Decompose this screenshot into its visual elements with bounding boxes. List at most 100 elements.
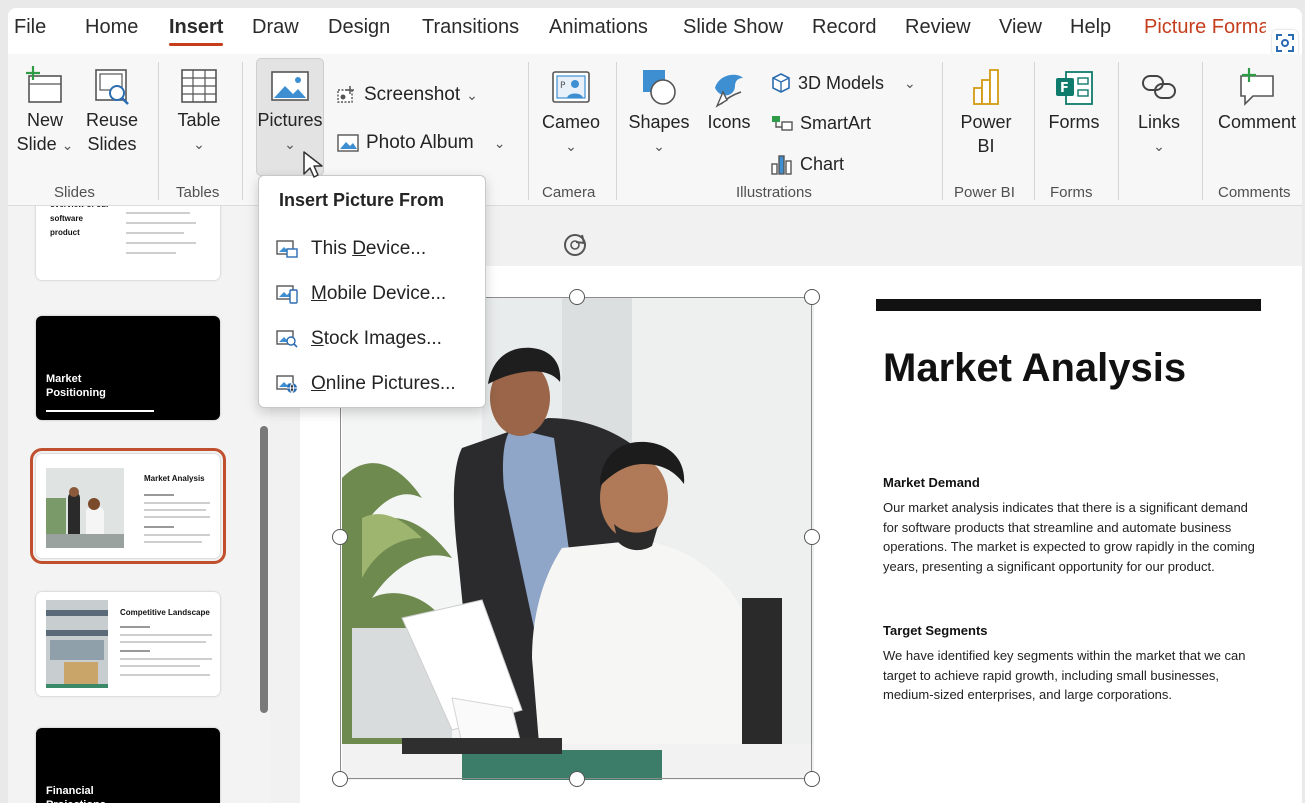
resize-handle[interactable] <box>804 771 820 787</box>
chart-icon <box>771 155 792 175</box>
thumbnail-5-title: Financial Projections <box>46 785 106 803</box>
shapes-button[interactable]: Shapes ⌄ <box>626 66 692 158</box>
svg-text:F: F <box>1060 81 1069 96</box>
menu-item-online-pictures[interactable]: Online Pictures... <box>275 369 456 399</box>
separator <box>528 62 529 200</box>
tab-home[interactable]: Home <box>85 16 138 39</box>
tab-picture-format[interactable]: Picture Format <box>1144 16 1266 39</box>
tab-transitions[interactable]: Transitions <box>422 16 519 39</box>
comment-label: Comment <box>1217 112 1297 132</box>
group-illustrations-label: Illustrations <box>736 184 812 201</box>
device-picture-icon <box>276 240 298 258</box>
slide-thumbnail-1[interactable]: overview of our software product <box>36 206 220 280</box>
new-slide-button[interactable]: New Slide ⌄ <box>14 64 76 157</box>
section-body-market-demand[interactable]: Our market analysis indicates that there… <box>883 498 1258 576</box>
resize-handle[interactable] <box>332 771 348 787</box>
item-key: O <box>311 373 326 394</box>
power-bi-label-2: BI <box>977 136 995 156</box>
table-icon <box>181 69 217 103</box>
screenshot-button[interactable]: Screenshot ⌄ <box>336 84 478 106</box>
photo-album-icon <box>337 134 359 152</box>
online-pictures-icon <box>276 375 297 394</box>
thumbnail-4-title: Competitive Landscape <box>120 608 210 617</box>
tab-file[interactable]: File <box>14 16 46 39</box>
resize-handle[interactable] <box>804 529 820 545</box>
reuse-slides-label-2: Slides <box>87 134 137 154</box>
reuse-slides-button[interactable]: Reuse Slides <box>80 64 144 156</box>
slide-thumbnail-financial-projections[interactable]: Financial Projections <box>36 728 220 803</box>
menu-header: Insert Picture From <box>279 190 445 210</box>
slide-thumbnail-market-positioning[interactable]: Market Positioning <box>36 316 220 420</box>
tab-help[interactable]: Help <box>1070 16 1111 39</box>
tab-design[interactable]: Design <box>328 16 390 39</box>
smartart-button[interactable]: SmartArt <box>770 112 871 134</box>
screen-capture-icon[interactable] <box>1272 30 1298 56</box>
slide-title[interactable]: Market Analysis <box>883 346 1186 391</box>
3d-models-label: 3D Models <box>798 72 885 93</box>
item-text: obile Device... <box>326 283 447 304</box>
separator <box>616 62 617 200</box>
slide-title-bar <box>876 299 1261 311</box>
pictures-button[interactable]: Pictures ⌄ <box>256 64 324 156</box>
slide-thumbnails-panel: overview of our software product Market … <box>8 206 270 803</box>
separator <box>158 62 159 200</box>
tab-insert[interactable]: Insert <box>169 16 224 46</box>
slide-thumbnail-market-analysis[interactable]: Market Analysis <box>30 448 226 564</box>
item-text: tock Images... <box>323 328 442 349</box>
resize-handle[interactable] <box>569 771 585 787</box>
smartart-label: SmartArt <box>800 112 872 133</box>
new-slide-icon <box>26 66 62 103</box>
slide-thumbnail-competitive-landscape[interactable]: Competitive Landscape <box>36 592 220 696</box>
chart-button[interactable]: Chart <box>770 152 844 176</box>
forms-button[interactable]: F Forms <box>1042 66 1106 134</box>
power-bi-label-1: Power <box>960 112 1012 132</box>
tab-review[interactable]: Review <box>905 16 971 39</box>
new-slide-label-1: New <box>26 110 63 130</box>
table-button[interactable]: Table ⌄ <box>168 64 230 156</box>
section-heading-market-demand[interactable]: Market Demand <box>883 475 980 490</box>
new-slide-label-2: Slide <box>16 134 57 154</box>
resize-handle[interactable] <box>332 529 348 545</box>
ribbon-tabs: File Home Insert Draw Design Transitions… <box>8 8 1302 52</box>
item-text: evice... <box>365 238 427 259</box>
cameo-button[interactable]: P Cameo ⌄ <box>536 66 606 158</box>
3d-models-button[interactable]: 3D Models ⌄ <box>770 72 916 94</box>
mouse-cursor-icon <box>303 151 323 178</box>
stock-images-icon <box>276 330 298 348</box>
tab-view[interactable]: View <box>999 16 1042 39</box>
pictures-icon <box>271 71 309 101</box>
mobile-picture-icon <box>276 285 298 304</box>
rotate-handle-icon[interactable] <box>560 230 590 260</box>
screenshot-icon <box>337 86 354 103</box>
menu-item-this-device[interactable]: This Device... <box>275 234 426 264</box>
tab-draw[interactable]: Draw <box>252 16 299 39</box>
links-button[interactable]: Links ⌄ <box>1128 66 1190 158</box>
tab-animations[interactable]: Animations <box>549 16 648 39</box>
reuse-slides-icon <box>95 69 129 105</box>
separator <box>942 62 943 200</box>
icons-label: Icons <box>707 112 751 132</box>
group-forms-label: Forms <box>1050 184 1093 201</box>
tab-slide-show[interactable]: Slide Show <box>683 16 783 39</box>
group-camera-label: Camera <box>542 184 596 201</box>
resize-handle[interactable] <box>804 289 820 305</box>
group-tables-label: Tables <box>176 184 220 201</box>
section-body-target-segments[interactable]: We have identified key segments within t… <box>883 646 1258 705</box>
photo-album-button[interactable]: Photo Album ⌄ <box>336 132 505 154</box>
comment-button[interactable]: Comment <box>1212 66 1302 134</box>
tab-record[interactable]: Record <box>812 16 876 39</box>
power-bi-button[interactable]: Power BI <box>952 66 1020 158</box>
menu-item-stock-images[interactable]: Stock Images... <box>275 324 442 354</box>
group-comments-label: Comments <box>1218 184 1291 201</box>
item-text: nline Pictures... <box>325 373 456 394</box>
icons-button[interactable]: Icons <box>698 66 760 134</box>
separator <box>1034 62 1035 200</box>
thumbnails-scrollbar[interactable] <box>260 426 268 713</box>
menu-item-mobile-device[interactable]: Mobile Device... <box>275 279 446 309</box>
svg-text:P: P <box>560 81 566 91</box>
section-heading-target-segments[interactable]: Target Segments <box>883 623 988 638</box>
item-key: M <box>311 283 327 304</box>
reuse-slides-label-1: Reuse <box>85 110 139 130</box>
resize-handle[interactable] <box>569 289 585 305</box>
item-key: D <box>352 238 366 259</box>
